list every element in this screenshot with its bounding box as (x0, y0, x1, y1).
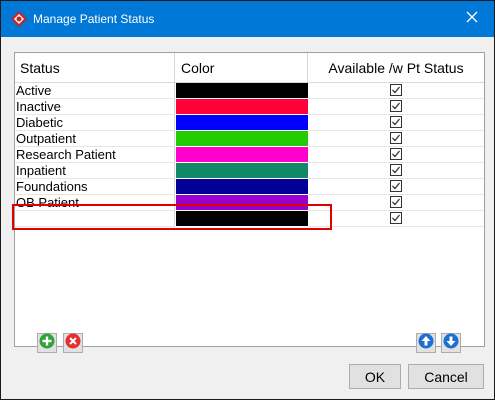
status-name-cell[interactable]: Foundations (15, 179, 175, 195)
available-cell (308, 179, 484, 195)
status-name-cell[interactable]: Outpatient (15, 131, 175, 147)
status-name-cell[interactable]: Inpatient (15, 163, 175, 179)
available-checkbox[interactable] (390, 100, 402, 112)
add-icon (39, 333, 55, 354)
status-color-swatch[interactable] (176, 147, 308, 162)
available-checkbox[interactable] (390, 164, 402, 176)
available-cell (308, 131, 484, 147)
status-name-cell[interactable]: Diabetic (15, 115, 175, 131)
table-row[interactable]: Outpatient (15, 131, 484, 147)
status-color-swatch[interactable] (176, 115, 308, 130)
status-name-cell[interactable]: Inactive (15, 99, 175, 115)
available-checkbox[interactable] (390, 132, 402, 144)
available-cell (308, 163, 484, 179)
column-header-status[interactable]: Status (15, 53, 175, 83)
status-color-swatch[interactable] (176, 83, 308, 98)
available-cell (308, 115, 484, 131)
table-row[interactable]: Inactive (15, 99, 484, 115)
table-row[interactable]: Diabetic (15, 115, 484, 131)
status-color-swatch[interactable] (176, 131, 308, 146)
status-name-cell[interactable]: Research Patient (15, 147, 175, 163)
available-cell (308, 147, 484, 163)
available-cell (308, 99, 484, 115)
status-color-swatch[interactable] (176, 99, 308, 114)
column-header-color[interactable]: Color (175, 53, 308, 83)
table-row[interactable]: Active (15, 83, 484, 99)
column-header-available[interactable]: Available /w Pt Status (308, 53, 484, 83)
status-color-swatch[interactable] (176, 179, 308, 194)
available-cell (308, 195, 484, 211)
title-bar: Manage Patient Status (1, 1, 494, 37)
available-checkbox[interactable] (390, 212, 402, 224)
move-down-button[interactable] (441, 333, 461, 353)
arrow-up-icon (418, 333, 434, 354)
available-cell (308, 211, 484, 227)
selection-highlight (12, 204, 332, 230)
add-status-button[interactable] (37, 333, 57, 353)
move-up-button[interactable] (416, 333, 436, 353)
manage-patient-status-dialog: Manage Patient Status Status Color Avail… (0, 0, 495, 400)
available-checkbox[interactable] (390, 84, 402, 96)
window-title: Manage Patient Status (33, 12, 155, 26)
available-cell (308, 83, 484, 99)
status-color-swatch[interactable] (176, 163, 308, 178)
close-button[interactable] (450, 1, 494, 37)
table-row[interactable]: Foundations (15, 179, 484, 195)
table-row[interactable]: Inpatient (15, 163, 484, 179)
delete-icon (65, 333, 81, 354)
red-diamond-icon (11, 11, 27, 27)
status-name-cell[interactable]: Active (15, 83, 175, 99)
table-row[interactable]: Research Patient (15, 147, 484, 163)
available-checkbox[interactable] (390, 180, 402, 192)
ok-button[interactable]: OK (349, 364, 401, 389)
close-icon (466, 10, 478, 28)
cancel-button[interactable]: Cancel (408, 364, 484, 389)
status-table: Status Color Available /w Pt Status Acti… (14, 52, 485, 347)
arrow-down-icon (443, 333, 459, 354)
available-checkbox[interactable] (390, 148, 402, 160)
delete-status-button[interactable] (63, 333, 83, 353)
available-checkbox[interactable] (390, 196, 402, 208)
available-checkbox[interactable] (390, 116, 402, 128)
